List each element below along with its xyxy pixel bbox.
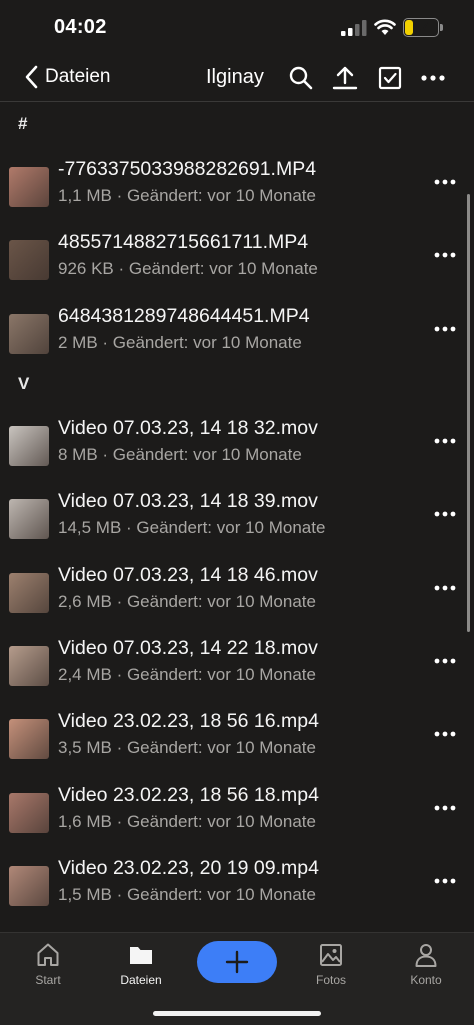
battery-level: 17 xyxy=(413,19,429,34)
section-header-hash: # xyxy=(18,114,28,133)
video-thumbnail xyxy=(9,314,49,354)
back-button[interactable]: Dateien xyxy=(22,62,111,92)
home-icon xyxy=(37,943,59,966)
file-name: Video 23.02.23, 20 19 09.mp4 xyxy=(58,857,319,879)
upload-icon[interactable] xyxy=(332,65,358,91)
row-more-icon[interactable] xyxy=(430,429,460,453)
row-more-icon[interactable] xyxy=(430,796,460,820)
status-time: 04:02 xyxy=(54,16,107,38)
file-name: Video 07.03.23, 14 18 32.mov xyxy=(58,417,318,439)
search-icon[interactable] xyxy=(288,65,314,91)
back-label: Dateien xyxy=(45,66,111,87)
folder-icon xyxy=(130,947,152,964)
battery-indicator: 17 xyxy=(403,18,439,37)
tab-bar: Start Dateien Fotos Konto xyxy=(0,932,474,1025)
tab-start[interactable]: Start xyxy=(13,939,83,993)
tab-label-dateien: Dateien xyxy=(120,973,162,987)
file-row[interactable]: 4855714882715661711.MP4 926 KB · Geändert… xyxy=(0,231,474,303)
file-row[interactable]: Video 07.03.23, 14 18 32.mov 8 MB · Geänd… xyxy=(0,417,474,489)
file-meta: 2 MB · Geändert: vor 10 Monate xyxy=(58,333,302,352)
video-thumbnail xyxy=(9,793,49,833)
file-meta: 1,1 MB · Geändert: vor 10 Monate xyxy=(58,186,316,205)
file-name: -7763375033988282691.MP4 xyxy=(58,158,317,180)
nav-bar: Dateien Ilginay xyxy=(0,54,474,100)
tab-fotos[interactable]: Fotos xyxy=(296,939,366,993)
row-more-icon[interactable] xyxy=(430,243,460,267)
scrollbar[interactable] xyxy=(467,194,470,632)
tab-konto[interactable]: Konto xyxy=(391,939,461,993)
file-list[interactable]: # V -7763375033988282691.MP4 1,1 MB · Geä… xyxy=(0,102,474,932)
row-more-icon[interactable] xyxy=(430,869,460,893)
file-name: Video 07.03.23, 14 18 46.mov xyxy=(58,564,318,586)
plus-icon xyxy=(225,950,249,974)
row-more-icon[interactable] xyxy=(430,576,460,600)
file-row[interactable]: Video 07.03.23, 14 18 46.mov 2,6 MB · Geä… xyxy=(0,564,474,636)
file-name: Video 23.02.23, 18 56 18.mp4 xyxy=(58,784,319,806)
select-checkbox-icon[interactable] xyxy=(377,65,403,91)
video-thumbnail xyxy=(9,499,49,539)
file-row[interactable]: 6484381289748644451.MP4 2 MB · Geändert: … xyxy=(0,305,474,377)
video-thumbnail xyxy=(9,167,49,207)
row-more-icon[interactable] xyxy=(430,722,460,746)
file-row[interactable]: Video 23.02.23, 18 56 16.mp4 3,5 MB · Geä… xyxy=(0,710,474,782)
row-more-icon[interactable] xyxy=(430,170,460,194)
tab-label-fotos: Fotos xyxy=(315,973,346,987)
folder-title: Ilginay xyxy=(206,66,264,88)
create-button[interactable] xyxy=(197,941,277,983)
file-meta: 2,6 MB · Geändert: vor 10 Monate xyxy=(58,592,316,611)
tab-dateien[interactable]: Dateien xyxy=(106,939,176,993)
person-icon xyxy=(415,944,437,967)
battery-nub xyxy=(440,24,443,31)
file-meta: 2,4 MB · Geändert: vor 10 Monate xyxy=(58,665,316,684)
video-thumbnail xyxy=(9,240,49,280)
more-options-icon[interactable] xyxy=(420,65,446,91)
file-meta: 8 MB · Geändert: vor 10 Monate xyxy=(58,445,302,464)
file-name: Video 07.03.23, 14 18 39.mov xyxy=(58,490,318,512)
file-meta: 1,5 MB · Geändert: vor 10 Monate xyxy=(58,885,316,904)
file-row[interactable]: Video 23.02.23, 18 56 18.mp4 1,6 MB · Geä… xyxy=(0,784,474,856)
file-meta: 14,5 MB · Geändert: vor 10 Monate xyxy=(58,518,326,537)
video-thumbnail xyxy=(9,573,49,613)
tab-label-konto: Konto xyxy=(410,973,442,987)
file-name: Video 23.02.23, 18 56 16.mp4 xyxy=(58,710,319,732)
file-name: 4855714882715661711.MP4 xyxy=(58,231,309,253)
video-thumbnail xyxy=(9,426,49,466)
video-thumbnail xyxy=(9,866,49,906)
chevron-left-icon xyxy=(25,65,38,89)
cellular-signal-icon xyxy=(341,20,367,36)
file-name: Video 07.03.23, 14 22 18.mov xyxy=(58,637,318,659)
file-name: 6484381289748644451.MP4 xyxy=(58,305,310,327)
file-row[interactable]: Video 07.03.23, 14 18 39.mov 14,5 MB · Ge… xyxy=(0,490,474,562)
tab-label-start: Start xyxy=(35,973,61,987)
home-indicator xyxy=(153,1011,321,1016)
file-meta: 926 KB · Geändert: vor 10 Monate xyxy=(58,259,318,278)
file-row[interactable]: Video 07.03.23, 14 22 18.mov 2,4 MB · Geä… xyxy=(0,637,474,709)
row-more-icon[interactable] xyxy=(430,502,460,526)
file-row[interactable]: -7763375033988282691.MP4 1,1 MB · Geänder… xyxy=(0,158,474,230)
wifi-icon xyxy=(374,19,396,35)
row-more-icon[interactable] xyxy=(430,649,460,673)
row-more-icon[interactable] xyxy=(430,317,460,341)
video-thumbnail xyxy=(9,646,49,686)
photos-icon xyxy=(320,944,342,966)
section-header-v: V xyxy=(18,374,30,393)
file-meta: 3,5 MB · Geändert: vor 10 Monate xyxy=(58,738,316,757)
file-meta: 1,6 MB · Geändert: vor 10 Monate xyxy=(58,812,316,831)
status-bar: 04:02 17 xyxy=(0,0,474,54)
video-thumbnail xyxy=(9,719,49,759)
file-row[interactable]: Video 23.02.23, 20 19 09.mp4 1,5 MB · Geä… xyxy=(0,857,474,929)
